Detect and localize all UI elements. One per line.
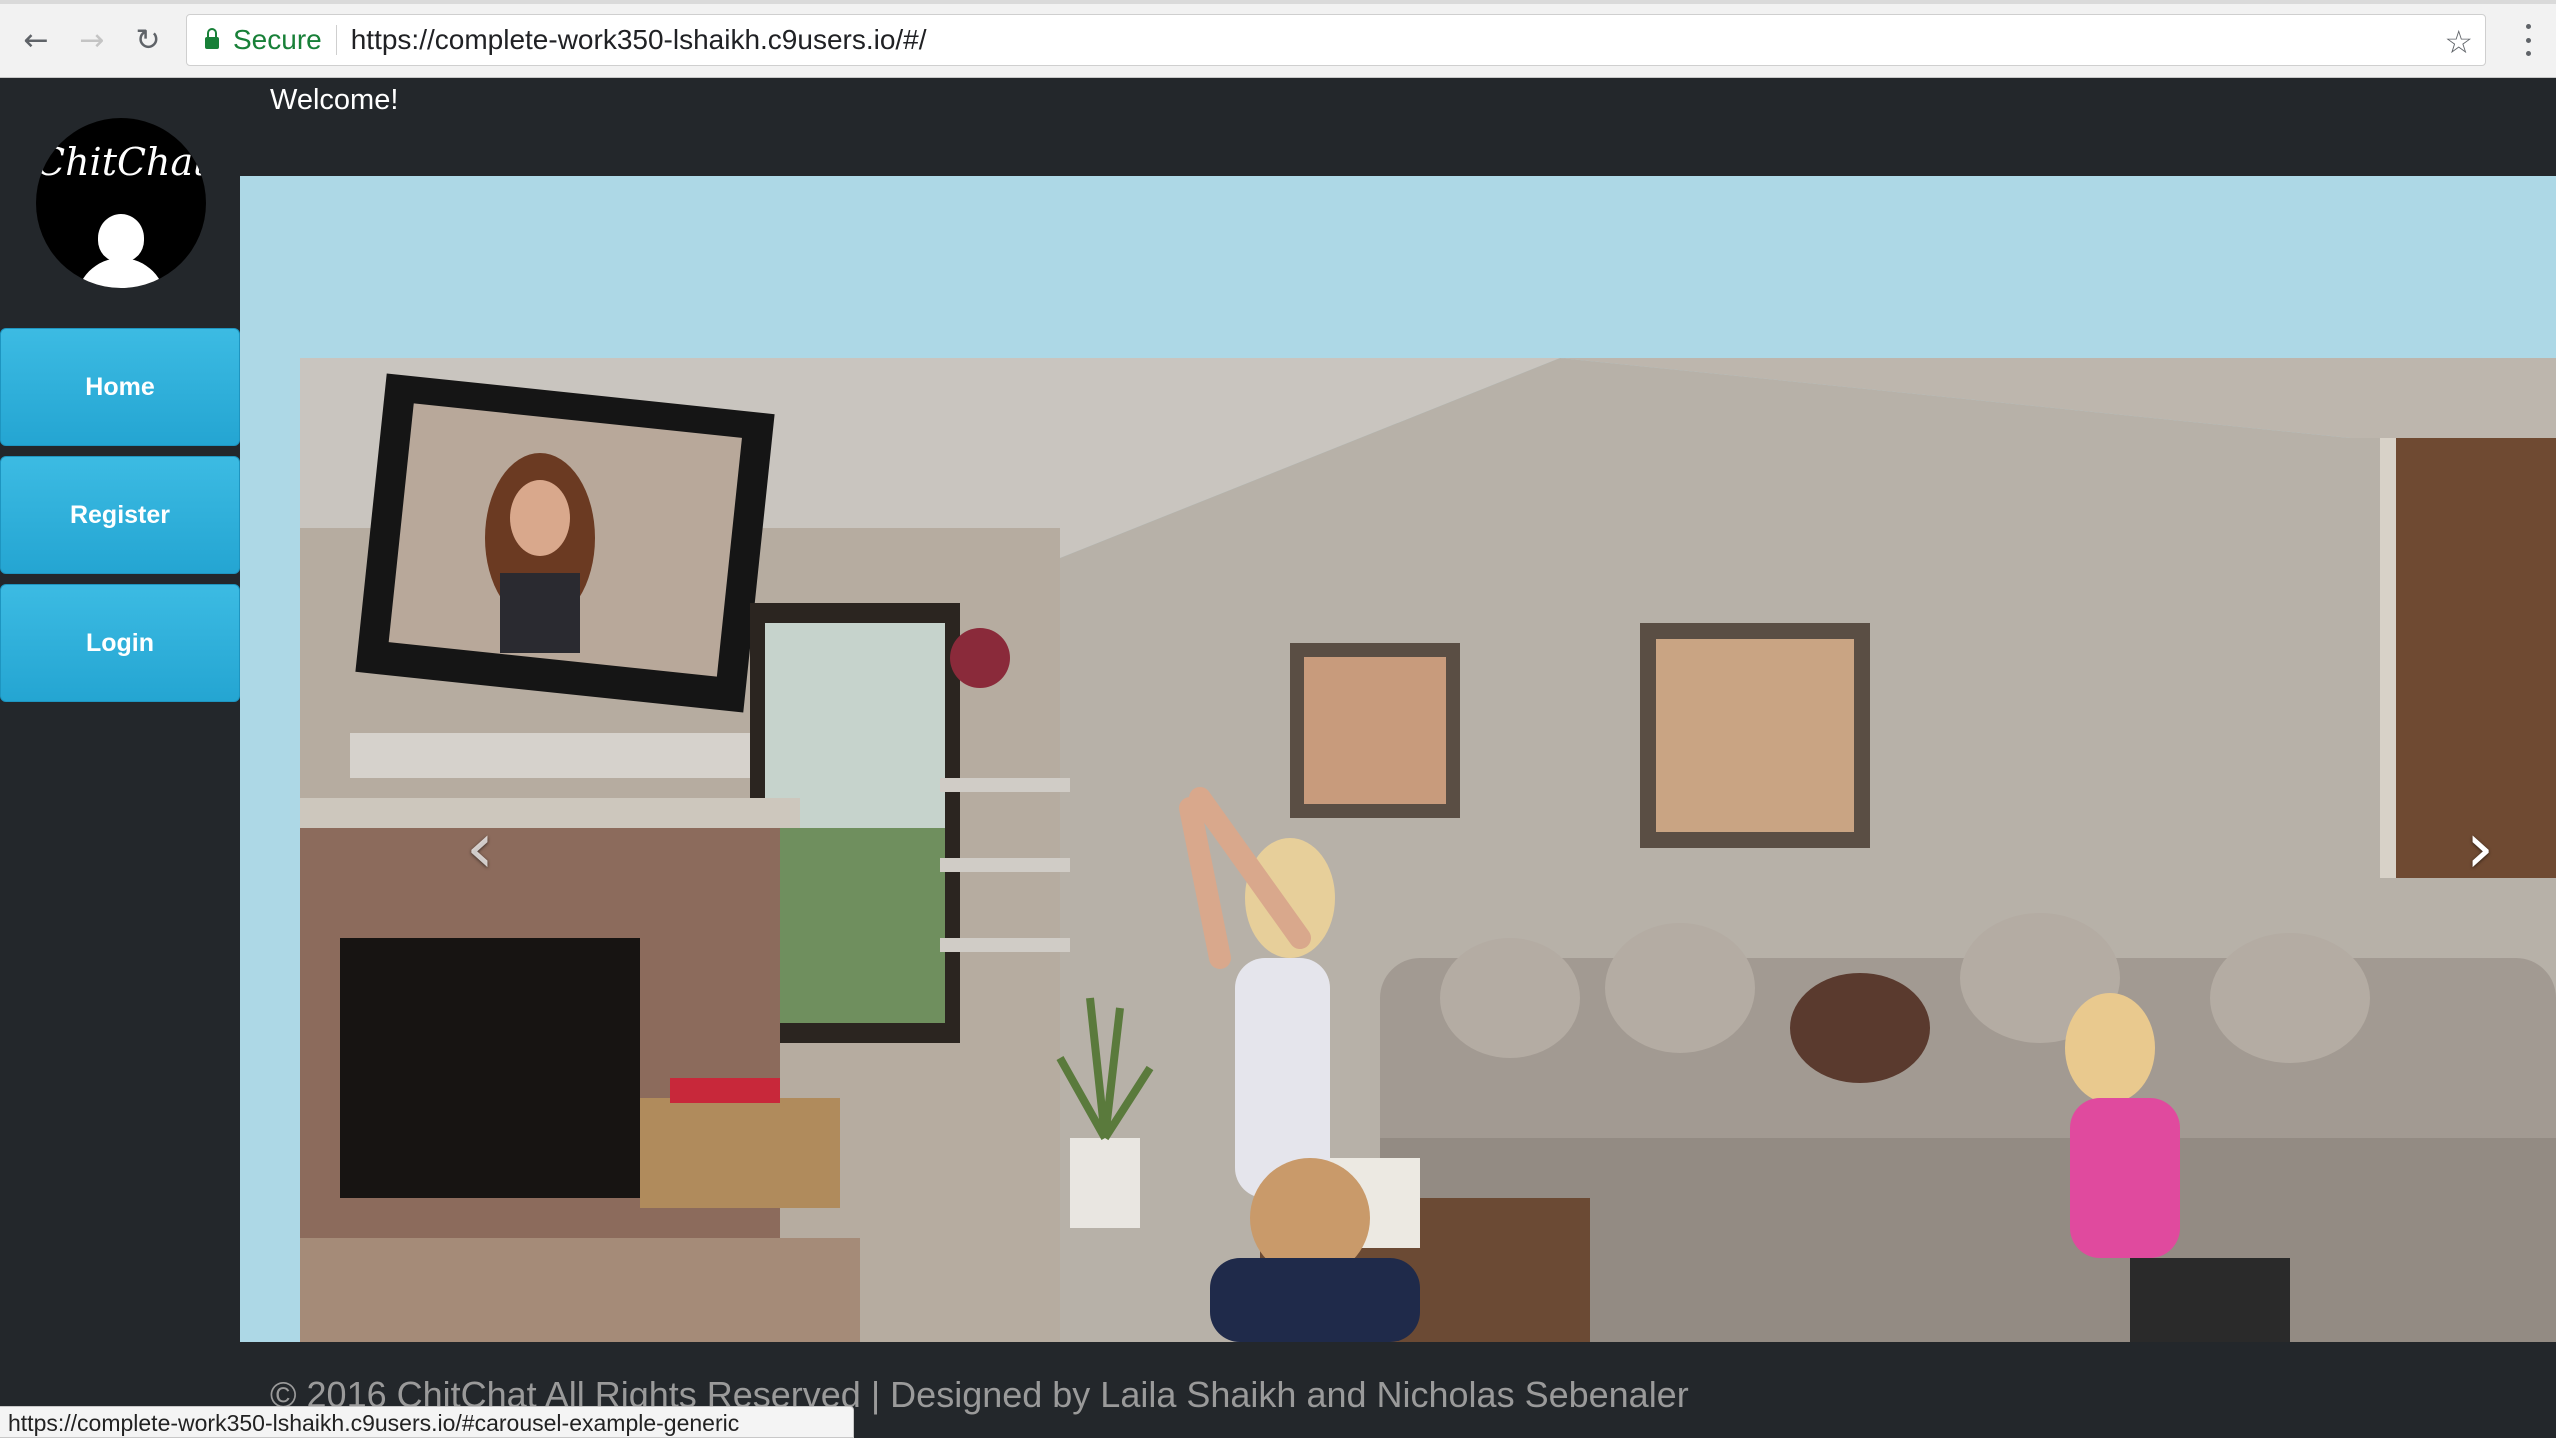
nav-register-button[interactable]: Register — [0, 456, 240, 574]
carousel-next-icon[interactable]: › — [2450, 807, 2510, 889]
carousel-prev-icon[interactable]: ‹ — [450, 807, 510, 889]
tab-strip — [0, 0, 2556, 4]
welcome-text: Welcome! — [270, 84, 399, 116]
sidebar: ChitChat Home Register Login — [0, 78, 240, 1438]
bookmark-star-icon[interactable]: ☆ — [2444, 23, 2473, 61]
address-bar[interactable]: Secure https://complete-work350-lshaikh.… — [186, 14, 2486, 66]
top-navbar: Welcome! — [240, 78, 2556, 176]
nav-login-button[interactable]: Login — [0, 584, 240, 702]
url-text[interactable]: https://complete-work350-lshaikh.c9users… — [351, 24, 927, 56]
lock-icon — [205, 28, 219, 49]
browser-menu-icon[interactable] — [2508, 18, 2548, 62]
browser-toolbar: ← → ↻ Secure https://complete-work350-ls… — [0, 0, 2556, 78]
reload-icon[interactable]: ↻ — [128, 20, 168, 60]
forward-arrow-icon[interactable]: → — [72, 20, 112, 60]
url-divider — [335, 25, 337, 55]
nav-home-button[interactable]: Home — [0, 328, 240, 446]
chitchat-logo[interactable]: ChitChat — [36, 118, 206, 288]
user-avatar-icon — [98, 214, 144, 262]
status-bar-url: https://complete-work350-lshaikh.c9users… — [0, 1406, 854, 1438]
logo-text: ChitChat — [36, 140, 206, 184]
image-carousel[interactable]: ‹ › — [300, 358, 2556, 1342]
main-content: ‹ › — [240, 176, 2556, 1342]
user-avatar-body — [76, 258, 166, 288]
secure-label: Secure — [233, 24, 322, 55]
back-arrow-icon[interactable]: ← — [16, 20, 56, 60]
carousel-slide-image — [300, 358, 2556, 1342]
